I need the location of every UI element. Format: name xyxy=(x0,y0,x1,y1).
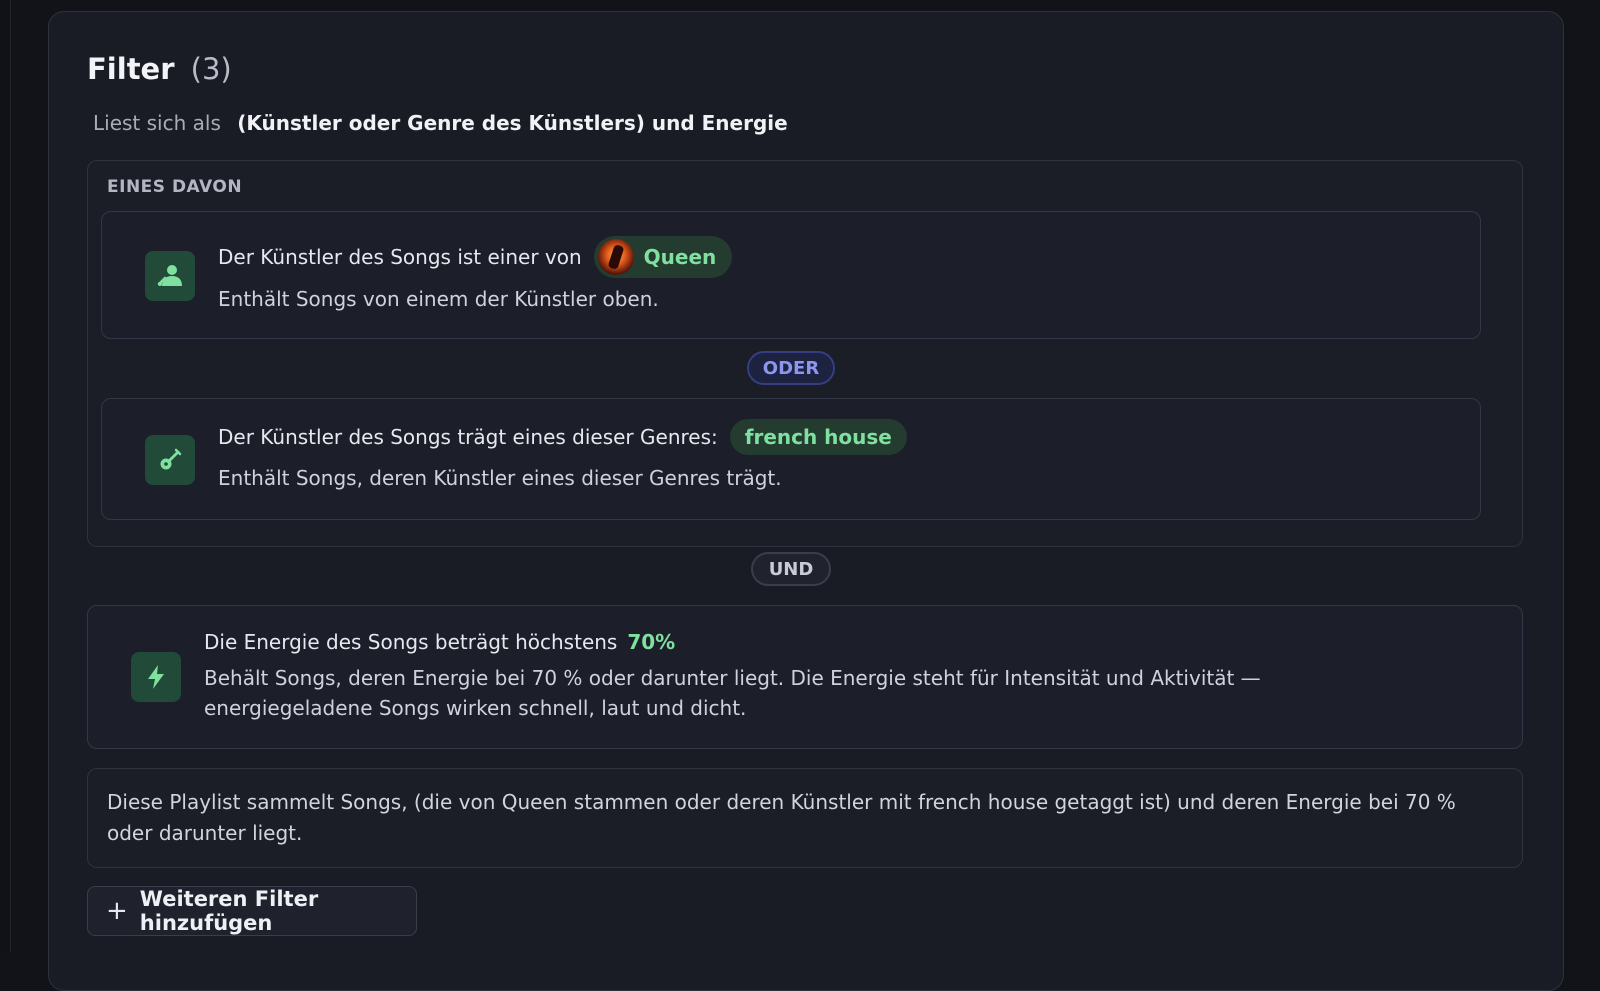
artist-rule-title-text: Der Künstler des Songs ist einer von xyxy=(218,245,582,269)
energy-value: 70% xyxy=(627,630,676,654)
reads-as-label: Liest sich als xyxy=(93,111,221,135)
energy-rule-card[interactable]: Die Energie des Songs beträgt höchstens … xyxy=(87,605,1523,749)
group-label: EINES DAVON xyxy=(107,177,243,197)
filter-title-text: Filter xyxy=(87,52,175,86)
genre-rule-description: Enthält Songs, deren Künstler eines dies… xyxy=(218,466,782,490)
genre-rule-title-text: Der Künstler des Songs trägt eines diese… xyxy=(218,425,718,449)
genre-chip-label: french house xyxy=(744,425,892,449)
artist-chip[interactable]: Queen xyxy=(593,236,733,278)
reads-as-line: Liest sich als (Künstler oder Genre des … xyxy=(93,111,788,135)
playlist-summary: Diese Playlist sammelt Songs, (die von Q… xyxy=(87,768,1523,868)
filter-panel: Filter (3) Liest sich als (Künstler oder… xyxy=(48,11,1564,991)
artist-rule-title: Der Künstler des Songs ist einer von Que… xyxy=(218,236,733,278)
energy-rule-title: Die Energie des Songs beträgt höchstens … xyxy=(204,630,675,654)
energy-rule-description: Behält Songs, deren Energie bei 70 % ode… xyxy=(204,666,1261,720)
filter-title: Filter (3) xyxy=(87,52,232,86)
genre-chip[interactable]: french house xyxy=(729,419,907,455)
artist-rule-description: Enthält Songs von einem der Künstler obe… xyxy=(218,287,659,311)
user-music-icon xyxy=(145,251,195,301)
reads-as-expression: (Künstler oder Genre des Künstlers) und … xyxy=(237,111,788,135)
artist-rule-card[interactable]: Der Künstler des Songs ist einer von Que… xyxy=(101,211,1481,339)
any-of-group: EINES DAVON Der Künstler des Songs ist e… xyxy=(87,160,1523,547)
genre-rule-title: Der Künstler des Songs trägt eines diese… xyxy=(218,419,907,455)
und-connector[interactable]: UND xyxy=(751,552,831,586)
avatar xyxy=(597,239,634,275)
filter-count: (3) xyxy=(190,52,232,86)
energy-rule-title-text: Die Energie des Songs beträgt höchstens xyxy=(204,630,618,654)
left-rail xyxy=(0,0,11,952)
add-filter-label: Weiteren Filter hinzufügen xyxy=(139,887,319,935)
guitar-icon xyxy=(145,435,195,485)
plus-icon: + xyxy=(106,896,128,926)
oder-connector[interactable]: ODER xyxy=(747,351,835,385)
add-filter-button[interactable]: + Weiteren Filter hinzufügen xyxy=(87,886,417,936)
genre-rule-card[interactable]: Der Künstler des Songs trägt eines diese… xyxy=(101,398,1481,520)
artist-chip-label: Queen xyxy=(643,245,717,269)
lightning-icon xyxy=(131,652,181,702)
